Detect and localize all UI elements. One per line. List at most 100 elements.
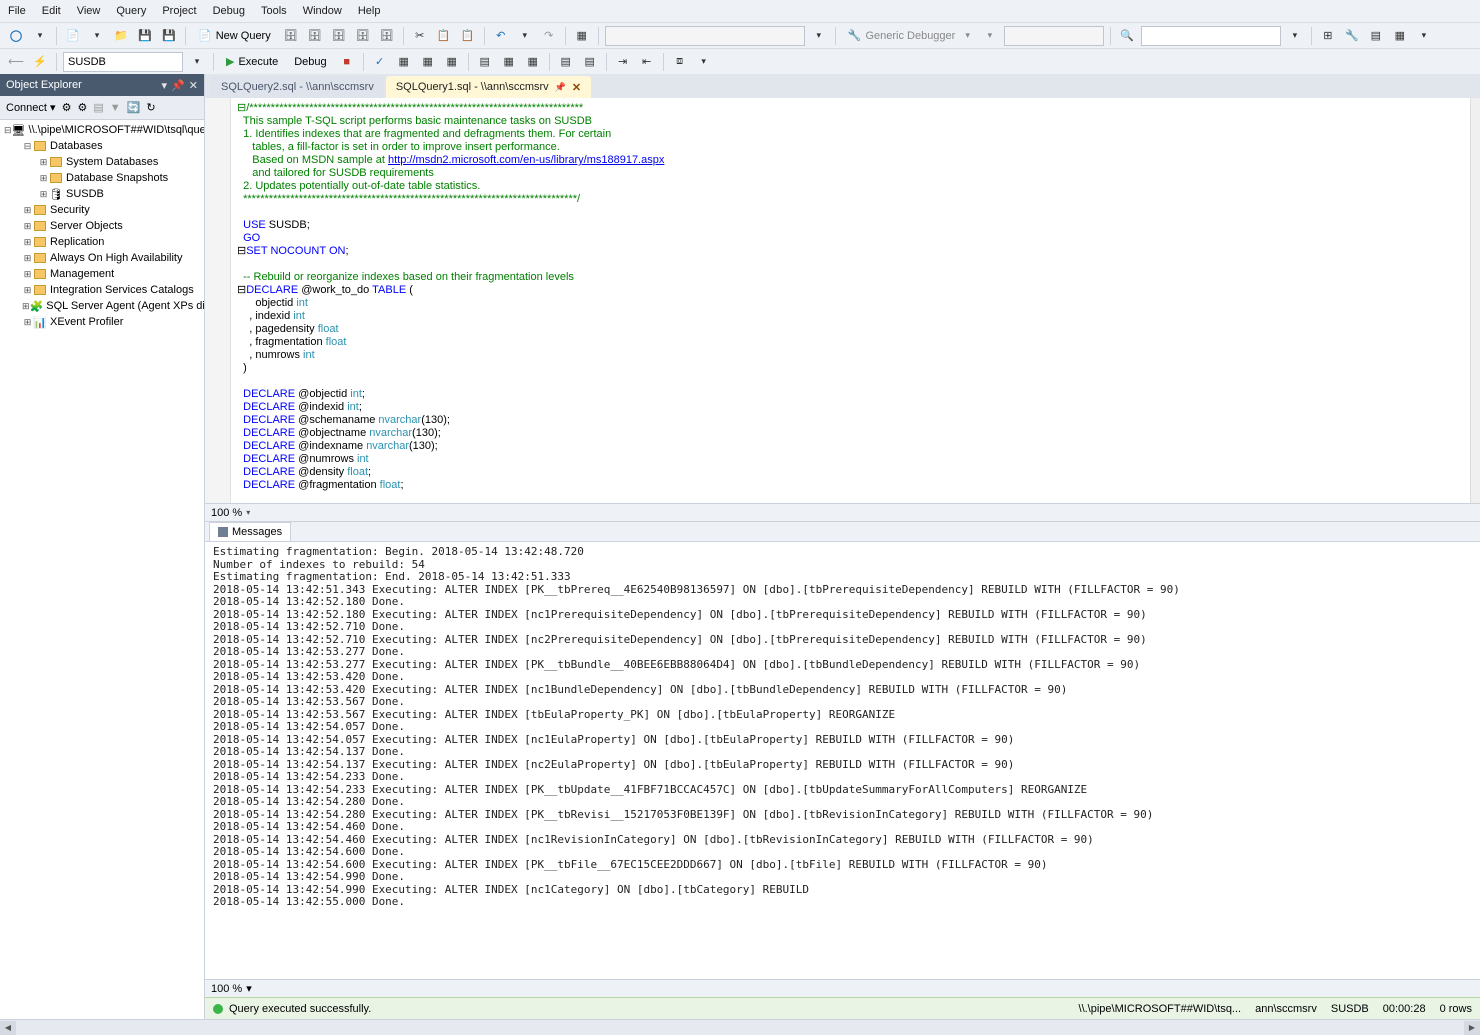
menu-debug[interactable]: Debug xyxy=(213,5,245,17)
menu-window[interactable]: Window xyxy=(303,5,342,17)
scroll-left-icon[interactable]: ◀ xyxy=(0,1021,16,1035)
plan-1-icon[interactable]: ▦ xyxy=(394,52,414,72)
execute-button[interactable]: ▶Execute xyxy=(220,52,284,72)
open-icon[interactable]: 📁 xyxy=(111,26,131,46)
panel-dropdown-icon[interactable]: ▾ xyxy=(162,79,168,92)
object-explorer-tree[interactable]: ⊟🖥\\.\pipe\MICROSOFT##WID\tsql\query ⊟Da… xyxy=(0,120,204,1019)
redo-icon[interactable]: ↷ xyxy=(539,26,559,46)
tree-node[interactable]: ⊞Replication xyxy=(0,234,204,250)
panel-close-icon[interactable]: ✕ xyxy=(189,79,198,92)
nav-back-icon[interactable]: ◯ xyxy=(6,26,26,46)
close-tab-icon[interactable]: ✕ xyxy=(572,81,581,94)
results-grid-icon[interactable]: ▦ xyxy=(499,52,519,72)
db-3-icon[interactable]: 🗄 xyxy=(329,26,349,46)
document-tab[interactable]: SQLQuery2.sql - \\ann\sccmsrv xyxy=(211,76,384,98)
connect-button[interactable]: Connect ▾ xyxy=(6,101,56,114)
messages-zoom-dropdown-icon[interactable]: ▾ xyxy=(246,982,252,995)
messages-zoom-level[interactable]: 100 % xyxy=(211,983,242,995)
solution-combo[interactable] xyxy=(605,26,805,46)
tree-node[interactable]: ⊞🧩SQL Server Agent (Agent XPs disabl xyxy=(0,298,204,314)
document-tab[interactable]: SQLQuery1.sql - \\ann\sccmsrv📌✕ xyxy=(386,76,591,98)
tree-node[interactable]: ⊞Management xyxy=(0,266,204,282)
db-1-icon[interactable]: 🗄 xyxy=(281,26,301,46)
menu-edit[interactable]: Edit xyxy=(42,5,61,17)
change-conn-icon[interactable]: ⚡ xyxy=(30,52,50,72)
redo-arrow-icon[interactable]: ▾ xyxy=(515,26,535,46)
database-dropdown-icon[interactable]: ▾ xyxy=(187,52,207,72)
dropdown-arrow-icon[interactable]: ▾ xyxy=(30,26,50,46)
grid-icon[interactable]: ▦ xyxy=(572,26,592,46)
dropdown-icon[interactable]: ▾ xyxy=(809,26,829,46)
paste-icon[interactable]: 📋 xyxy=(458,26,478,46)
window-1-icon[interactable]: ⊞ xyxy=(1318,26,1338,46)
more-dropdown-icon[interactable]: ▾ xyxy=(1414,26,1434,46)
results-file-icon[interactable]: ▦ xyxy=(523,52,543,72)
menu-tools[interactable]: Tools xyxy=(261,5,287,17)
plan-3-icon[interactable]: ▦ xyxy=(442,52,462,72)
window-2-icon[interactable]: ▦ xyxy=(1390,26,1410,46)
uncomment-icon[interactable]: ▤ xyxy=(580,52,600,72)
menu-project[interactable]: Project xyxy=(162,5,196,17)
indent-icon[interactable]: ⇥ xyxy=(613,52,633,72)
layout-icon[interactable]: ▤ xyxy=(1366,26,1386,46)
specify-dropdown-icon[interactable]: ▾ xyxy=(694,52,714,72)
debug-button[interactable]: Debug xyxy=(288,52,332,72)
tree-node[interactable]: ⊞Security xyxy=(0,202,204,218)
messages-scroll[interactable]: Estimating fragmentation: Begin. 2018-05… xyxy=(205,542,1480,979)
code-editor[interactable]: ⊟/**************************************… xyxy=(205,98,1480,504)
tree-node[interactable]: ⊞Always On High Availability xyxy=(0,250,204,266)
find-input[interactable] xyxy=(1141,26,1281,46)
plan-2-icon[interactable]: ▦ xyxy=(418,52,438,72)
menu-help[interactable]: Help xyxy=(358,5,381,17)
horizontal-scrollbar[interactable]: ◀ ▶ xyxy=(0,1019,1480,1035)
tree-node[interactable]: ⊞Database Snapshots xyxy=(0,170,204,186)
debugger-select[interactable]: 🔧Generic Debugger▾ xyxy=(842,26,976,46)
oe-icon-2[interactable]: ⚙ xyxy=(77,101,87,114)
menu-query[interactable]: Query xyxy=(116,5,146,17)
tree-node[interactable]: ⊞Integration Services Catalogs xyxy=(0,282,204,298)
new-project-icon[interactable]: 📄 xyxy=(63,26,83,46)
db-5-icon[interactable]: 🗄 xyxy=(377,26,397,46)
messages-tab[interactable]: Messages xyxy=(209,522,291,541)
tree-root[interactable]: ⊟🖥\\.\pipe\MICROSOFT##WID\tsql\query xyxy=(0,122,204,138)
find-icon[interactable]: 🔍 xyxy=(1117,26,1137,46)
oe-icon-3[interactable]: ▤ xyxy=(93,101,103,114)
debug-combo[interactable] xyxy=(1004,26,1104,46)
zoom-dropdown-icon[interactable]: ▾ xyxy=(246,508,250,517)
oe-icon-6[interactable]: ↻ xyxy=(146,101,155,114)
wrench-icon[interactable]: 🔧 xyxy=(1342,26,1362,46)
oe-icon-4[interactable]: ▼ xyxy=(110,102,121,114)
stop-icon[interactable]: ■ xyxy=(337,52,357,72)
oe-icon-1[interactable]: ⚙ xyxy=(62,101,72,114)
panel-pin-icon[interactable]: 📌 xyxy=(171,79,185,92)
save-icon[interactable]: 💾 xyxy=(135,26,155,46)
specify-values-icon[interactable]: ⧈ xyxy=(670,52,690,72)
overview-ruler[interactable] xyxy=(1470,98,1480,503)
scroll-right-icon[interactable]: ▶ xyxy=(1464,1021,1480,1035)
new-query-button[interactable]: 📄New Query xyxy=(192,26,277,46)
outdent-icon[interactable]: ⇤ xyxy=(637,52,657,72)
find-dropdown-icon[interactable]: ▾ xyxy=(1285,26,1305,46)
debug-play-icon[interactable]: ▾ xyxy=(980,26,1000,46)
zoom-level[interactable]: 100 % xyxy=(211,507,242,519)
undo-icon[interactable]: ↶ xyxy=(491,26,511,46)
tree-node[interactable]: ⊞📊XEvent Profiler xyxy=(0,314,204,330)
copy-icon[interactable]: 📋 xyxy=(434,26,454,46)
code-content[interactable]: ⊟/**************************************… xyxy=(231,98,1470,496)
database-combo[interactable] xyxy=(63,52,183,72)
db-2-icon[interactable]: 🗄 xyxy=(305,26,325,46)
menu-file[interactable]: File xyxy=(8,5,26,17)
tree-node[interactable]: ⊟Databases xyxy=(0,138,204,154)
tree-node[interactable]: ⊞🛢SUSDB xyxy=(0,186,204,202)
tree-node[interactable]: ⊞System Databases xyxy=(0,154,204,170)
db-4-icon[interactable]: 🗄 xyxy=(353,26,373,46)
new-file-icon[interactable]: ▾ xyxy=(87,26,107,46)
results-text-icon[interactable]: ▤ xyxy=(475,52,495,72)
tree-node[interactable]: ⊞Server Objects xyxy=(0,218,204,234)
comment-icon[interactable]: ▤ xyxy=(556,52,576,72)
cut-icon[interactable]: ✂ xyxy=(410,26,430,46)
parse-icon[interactable]: ✓ xyxy=(370,52,390,72)
menu-view[interactable]: View xyxy=(77,5,101,17)
oe-refresh-icon[interactable]: 🔄 xyxy=(127,101,141,114)
save-all-icon[interactable]: 💾 xyxy=(159,26,179,46)
